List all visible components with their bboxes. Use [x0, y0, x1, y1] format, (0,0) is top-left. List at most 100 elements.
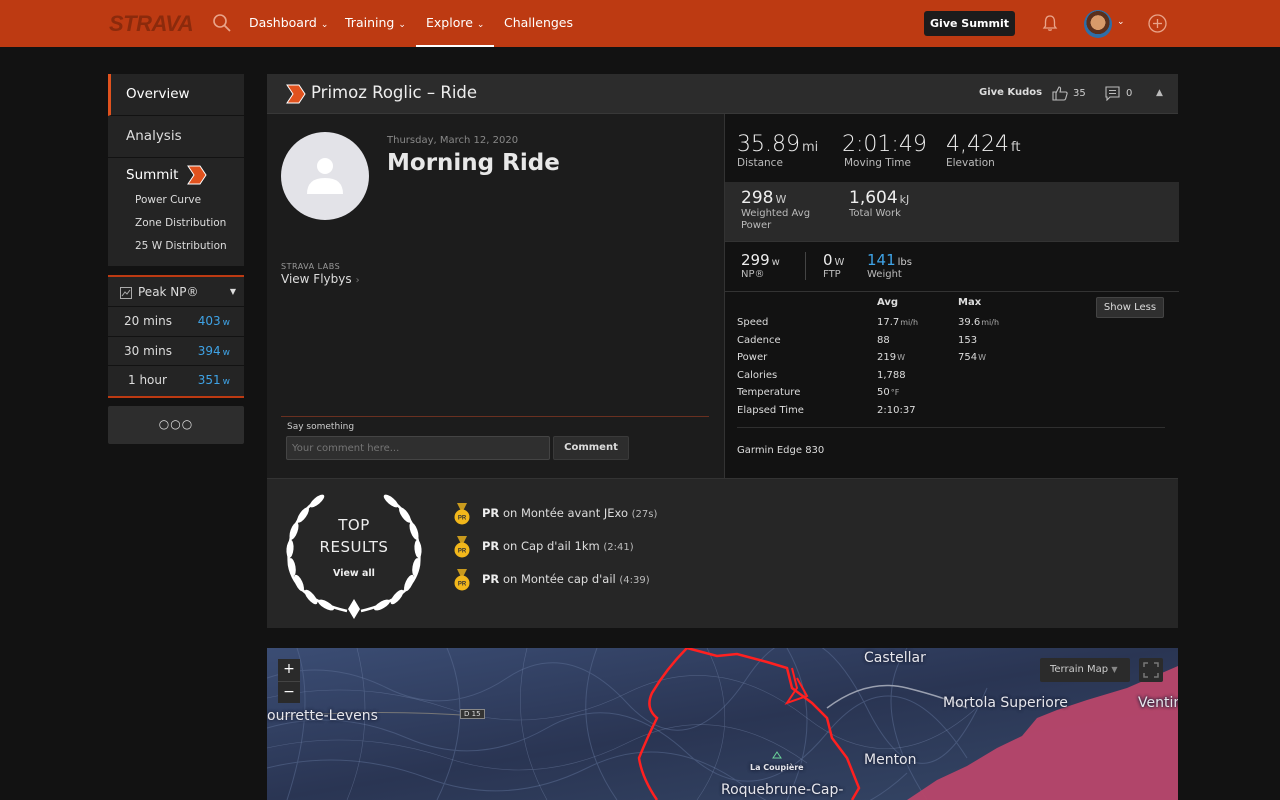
svg-text:PR: PR [458, 582, 467, 588]
map-label-la-coupiere: La Coupière [750, 763, 804, 772]
search-icon[interactable] [212, 13, 232, 33]
notifications-bell-icon[interactable] [1041, 14, 1059, 32]
kudos-count[interactable]: 35 [1073, 88, 1086, 99]
pr-medal-icon: PR [454, 536, 470, 558]
divider [805, 252, 806, 280]
map-label-castellar: Castellar [864, 650, 926, 666]
zoom-in-button[interactable]: + [278, 659, 300, 681]
give-kudos-link[interactable]: Give Kudos [979, 87, 1042, 98]
strava-labs-label: STRAVA LABS [281, 262, 341, 271]
collapse-caret-icon[interactable]: ▲ [1156, 88, 1163, 98]
top-results-section: TOP RESULTS View all PR PR on Montée ava… [267, 478, 1178, 628]
athlete-avatar[interactable] [281, 132, 369, 220]
athlete-activity-title[interactable]: Primoz Roglic – Ride [311, 83, 477, 102]
peak-row: 1 hour 351 w [128, 373, 230, 387]
strava-logo[interactable]: STRAVA [109, 11, 194, 37]
table-cell-avg: 219W [877, 352, 906, 364]
caret-down-icon: ▼ [1111, 665, 1118, 674]
nav-challenges[interactable]: Challenges [504, 0, 573, 47]
table-cell-avg: 17.7mi/h [877, 317, 919, 328]
graph-icon [120, 286, 132, 299]
peak-np-panel: Peak NP® ▼ 20 mins 403 w 30 mins 394 w 1 h… [108, 275, 244, 398]
stat-weight[interactable]: 141 lbs Weight [867, 250, 912, 280]
map-label-menton: Menton [864, 752, 917, 768]
top-nav: STRAVA Dashboard ⌄ Training ⌄ Explore ⌄ Cha… [0, 0, 1280, 47]
table-header-max: Max [958, 297, 982, 308]
table-cell-avg: 1,788 [877, 369, 906, 381]
sidebar-sub-power-curve[interactable]: Power Curve [126, 189, 244, 212]
chevron-down-icon: ⌄ [398, 20, 406, 30]
divider [281, 416, 709, 417]
give-summit-button[interactable]: Give Summit [924, 11, 1015, 36]
user-avatar[interactable] [1084, 10, 1112, 38]
chevron-down-icon: ⌄ [476, 20, 485, 30]
zoom-out-button[interactable]: − [278, 681, 300, 703]
nav-explore[interactable]: Explore ⌄ [415, 0, 495, 47]
stat-np: 299 w NP® [741, 251, 780, 280]
chevron-down-icon[interactable]: ⌄ [1117, 17, 1125, 27]
more-options-button[interactable]: ○○○ [108, 405, 244, 444]
peak-row: 20 mins 403 w [108, 307, 244, 337]
summit-chevron-icon [286, 84, 306, 104]
table-cell-max: 39.6mi/h [958, 317, 1000, 328]
comment-icon[interactable] [1105, 86, 1120, 101]
road-label: D 15 [460, 709, 485, 719]
sidebar-sub-zone-distribution[interactable]: Zone Distribution [126, 212, 244, 235]
map-label-roquebrune: Roquebrune-Cap- [721, 782, 844, 798]
nav-dashboard[interactable]: Dashboard ⌄ [249, 0, 328, 47]
table-row-label: Cadence [737, 334, 781, 346]
table-cell-max: 153 [958, 334, 978, 346]
route-map[interactable]: + − Terrain Map ▼ Castellar ourrette-Lev… [267, 648, 1178, 800]
terrain-map-dropdown[interactable]: Terrain Map ▼ [1040, 658, 1130, 682]
view-all-results-link[interactable]: View all [281, 568, 427, 579]
stat-distance: 35.89 mi Distance [737, 132, 819, 169]
chevron-down-icon: ⌄ [320, 20, 329, 30]
sidebar-item-overview[interactable]: Overview [108, 74, 244, 116]
peak-row: 30 mins 394 w [108, 337, 244, 366]
activity-header: Primoz Roglic – Ride Give Kudos 35 0 ▲ [267, 74, 1178, 114]
activity-name: Morning Ride [387, 150, 560, 176]
svg-text:PR: PR [458, 549, 467, 555]
activity-date: Thursday, March 12, 2020 [387, 135, 519, 146]
table-row-label: Speed [737, 317, 769, 328]
caret-down-icon: ▼ [229, 287, 236, 296]
summit-chevron-icon [187, 165, 207, 185]
stats-pane: 35.89 mi Distance 2:01:49 Moving Time 4,4… [724, 114, 1179, 478]
stat-moving-time: 2:01:49 Moving Time [842, 132, 927, 169]
nav-training[interactable]: Training ⌄ [345, 0, 406, 47]
table-row-label: Temperature [737, 387, 801, 399]
map-label-tourrette: ourrette-Levens [267, 708, 378, 724]
comment-button[interactable]: Comment [553, 436, 629, 460]
np-stats-row: 299 w NP® 0W FTP 141 lbs Weight [725, 242, 1179, 292]
stat-ftp[interactable]: 0W FTP [823, 250, 844, 280]
comment-count[interactable]: 0 [1126, 88, 1132, 99]
fullscreen-button[interactable] [1139, 658, 1163, 682]
view-flybys-link[interactable]: View Flybys › [281, 272, 360, 286]
sidebar-item-analysis[interactable]: Analysis [108, 116, 244, 158]
top-results-title: TOP RESULTS [319, 516, 389, 556]
table-row-label: Elapsed Time [737, 405, 804, 416]
chevron-right-icon: › [355, 275, 360, 286]
comment-input[interactable] [286, 436, 550, 460]
add-circle-icon[interactable] [1148, 14, 1167, 33]
activity-info-pane: Thursday, March 12, 2020 Morning Ride ST… [267, 114, 724, 478]
stat-elevation: 4,424 ft Elevation [946, 132, 1021, 169]
say-something-label: Say something [287, 422, 355, 432]
divider [737, 427, 1165, 428]
device-name: Garmin Edge 830 [737, 445, 825, 456]
show-less-button[interactable]: Show Less [1096, 297, 1164, 318]
peak-np-dropdown[interactable]: Peak NP® ▼ [108, 277, 244, 307]
pr-medal-icon: PR [454, 503, 470, 525]
map-label-mortola: Mortola Superiore [943, 695, 1068, 711]
summit-label: Summit [126, 167, 179, 183]
sidebar-item-summit[interactable]: Summit Power Curve Zone Distribution 25 … [108, 158, 244, 266]
map-label-ventimiglia: Ventim [1138, 695, 1178, 711]
table-row-label: Calories [737, 369, 778, 381]
sidebar: Overview Analysis Summit Power Curve Zon… [108, 74, 244, 444]
thumbs-up-icon[interactable] [1052, 85, 1068, 101]
table-row-label: Power [737, 352, 768, 364]
table-cell-max: 754W [958, 352, 987, 364]
power-stats-band: 298 W Weighted Avg Power 1,604 kJ Total Wo… [725, 182, 1179, 242]
sidebar-sub-25w-distribution[interactable]: 25 W Distribution [126, 235, 244, 258]
table-cell-avg: 88 [877, 334, 890, 346]
